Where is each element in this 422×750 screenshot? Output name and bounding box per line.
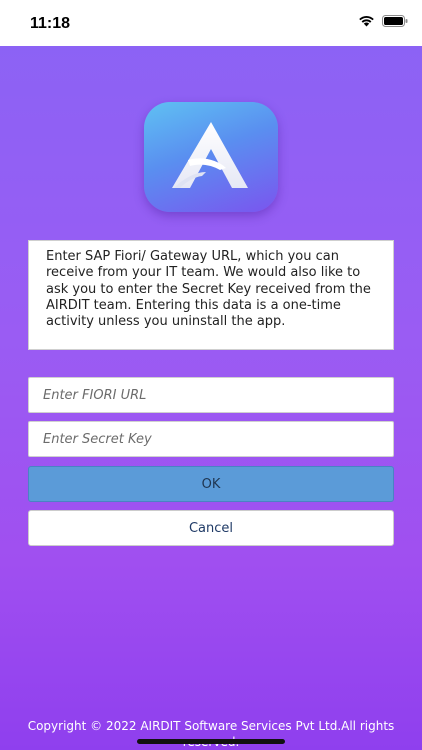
wifi-icon xyxy=(358,15,375,27)
cancel-button[interactable]: Cancel xyxy=(28,510,394,546)
ok-button[interactable]: OK xyxy=(28,466,394,502)
battery-icon xyxy=(382,15,408,27)
cancel-button-label: Cancel xyxy=(188,520,234,536)
airdit-a-logo-icon xyxy=(144,102,278,212)
secret-key-input[interactable] xyxy=(28,421,394,457)
status-bar: 11:18 xyxy=(0,0,422,46)
copyright-text: Copyright © 2022 AIRDIT Software Service… xyxy=(27,719,395,733)
info-message: Enter SAP Fiori/ Gateway URL, which you … xyxy=(28,240,394,350)
status-time: 11:18 xyxy=(30,15,71,32)
status-icons xyxy=(358,15,408,27)
fiori-url-input[interactable] xyxy=(28,377,394,413)
home-indicator[interactable] xyxy=(137,739,285,744)
ok-button-label: OK xyxy=(201,476,221,492)
